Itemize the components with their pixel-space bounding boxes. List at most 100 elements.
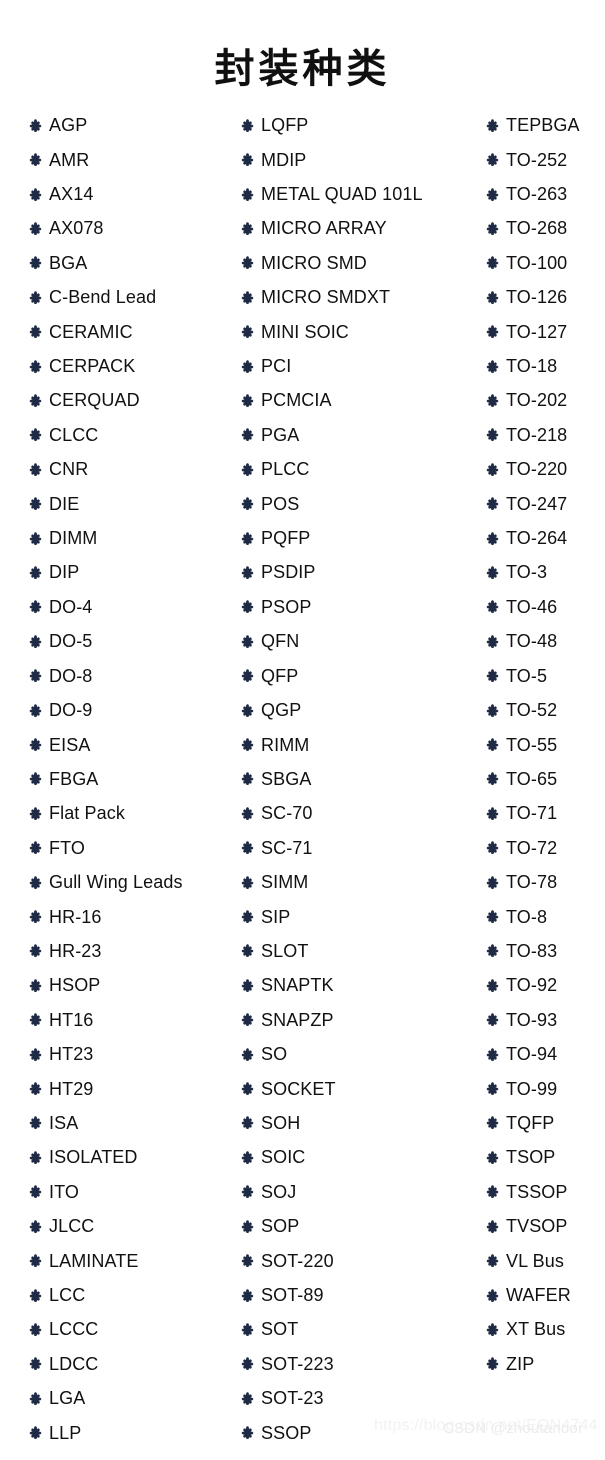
clover-bullet-icon (486, 738, 499, 752)
list-item: SOJ (241, 1175, 481, 1209)
package-type-label: DO-8 (49, 665, 93, 686)
package-type-label: TO-264 (506, 528, 568, 549)
clover-bullet-icon (486, 841, 499, 855)
list-item: HT16 (29, 1003, 234, 1037)
list-item: LAMINATE (29, 1243, 234, 1277)
package-type-label: SOT-220 (261, 1250, 334, 1271)
list-item: AX14 (29, 177, 234, 211)
clover-bullet-icon (29, 497, 42, 511)
clover-bullet-icon (29, 1151, 42, 1164)
package-type-label: POS (261, 493, 300, 514)
package-type-label: LDCC (49, 1353, 99, 1374)
list-item: TO-46 (486, 590, 605, 624)
list-item: PCI (241, 349, 481, 383)
package-list-2: LQFP MDIP METAL QUAD 101L MICRO ARRAY MICRO … (241, 108, 481, 1450)
clover-bullet-icon (29, 428, 42, 442)
list-item: MDIP (241, 142, 481, 176)
list-item: TO-3 (486, 555, 605, 589)
list-item: DO-5 (29, 624, 234, 658)
list-item: BGA (29, 246, 234, 280)
list-item: TSSOP (486, 1175, 605, 1209)
package-type-label: ISOLATED (49, 1147, 138, 1168)
package-type-label: MICRO SMDXT (261, 287, 391, 308)
list-item: TO-127 (486, 314, 605, 348)
package-type-label: C-Bend Lead (49, 287, 157, 308)
package-type-label: MICRO SMD (261, 252, 367, 273)
clover-bullet-icon (241, 1047, 254, 1061)
list-item: POS (241, 486, 481, 520)
list-item: PSDIP (241, 555, 481, 589)
clover-bullet-icon (241, 1082, 254, 1096)
list-item: MICRO SMD (241, 246, 481, 280)
clover-bullet-icon (29, 1288, 42, 1302)
package-type-label: TO-263 (506, 184, 568, 205)
package-type-label: DIP (49, 562, 80, 583)
list-item: TO-126 (486, 280, 605, 314)
package-type-label: PCI (261, 356, 292, 377)
package-type-label: HT16 (49, 1009, 94, 1030)
list-item: MICRO SMDXT (241, 280, 481, 314)
package-type-label: HR-23 (49, 940, 102, 961)
list-item: QFP (241, 659, 481, 693)
clover-bullet-icon (486, 256, 499, 270)
clover-bullet-icon (241, 462, 254, 476)
list-item: PLCC (241, 452, 481, 486)
clover-bullet-icon (241, 1151, 254, 1164)
package-type-label: CERPACK (49, 356, 136, 377)
clover-bullet-icon (241, 256, 254, 270)
package-type-label: HT29 (49, 1078, 94, 1099)
clover-bullet-icon (29, 875, 42, 889)
clover-bullet-icon (241, 325, 254, 339)
package-type-label: TO-71 (506, 803, 558, 824)
list-item: SOT-23 (241, 1381, 481, 1415)
list-item: CERAMIC (29, 314, 234, 348)
clover-bullet-icon (241, 1116, 254, 1130)
package-type-label: TO-252 (506, 149, 568, 170)
list-item: Flat Pack (29, 796, 234, 830)
clover-bullet-icon (241, 1254, 254, 1268)
clover-bullet-icon (486, 187, 499, 201)
list-item: JLCC (29, 1209, 234, 1243)
clover-bullet-icon (29, 1116, 42, 1130)
clover-bullet-icon (486, 1357, 499, 1371)
package-type-label: TSSOP (506, 1181, 568, 1202)
package-type-label: LCC (49, 1285, 86, 1306)
list-item: SC-70 (241, 796, 481, 830)
package-type-label: HR-16 (49, 906, 102, 927)
list-item: WAFER (486, 1278, 605, 1312)
clover-bullet-icon (29, 772, 42, 786)
clover-bullet-icon (486, 462, 499, 476)
package-type-label: PSOP (261, 596, 312, 617)
package-type-label: FTO (49, 837, 85, 858)
clover-bullet-icon (486, 703, 499, 717)
package-type-label: TSOP (506, 1147, 556, 1168)
package-type-label: SC-70 (261, 803, 313, 824)
clover-bullet-icon (29, 738, 42, 752)
list-item: TO-5 (486, 659, 605, 693)
clover-bullet-icon (29, 910, 42, 924)
package-type-label: CERAMIC (49, 321, 133, 342)
list-item: SNAPTK (241, 968, 481, 1002)
package-type-label: FBGA (49, 768, 99, 789)
clover-bullet-icon (29, 1323, 42, 1336)
list-item: QFN (241, 624, 481, 658)
clover-bullet-icon (29, 634, 42, 648)
clover-bullet-icon (29, 1082, 42, 1096)
list-item: TO-264 (486, 521, 605, 555)
package-type-label: TO-268 (506, 218, 568, 239)
list-item: DIE (29, 486, 234, 520)
clover-bullet-icon (241, 290, 254, 304)
list-item: ITO (29, 1175, 234, 1209)
package-type-label: TO-202 (506, 390, 568, 411)
clover-bullet-icon (29, 256, 42, 270)
list-item: TO-268 (486, 211, 605, 245)
list-item: HSOP (29, 968, 234, 1002)
package-type-label: DIE (49, 493, 80, 514)
list-item: EISA (29, 727, 234, 761)
clover-bullet-icon (486, 910, 499, 924)
list-item: LGA (29, 1381, 234, 1415)
list-item: LCCC (29, 1312, 234, 1346)
list-item: TO-55 (486, 727, 605, 761)
package-type-label: MDIP (261, 149, 307, 170)
clover-bullet-icon (29, 979, 42, 992)
